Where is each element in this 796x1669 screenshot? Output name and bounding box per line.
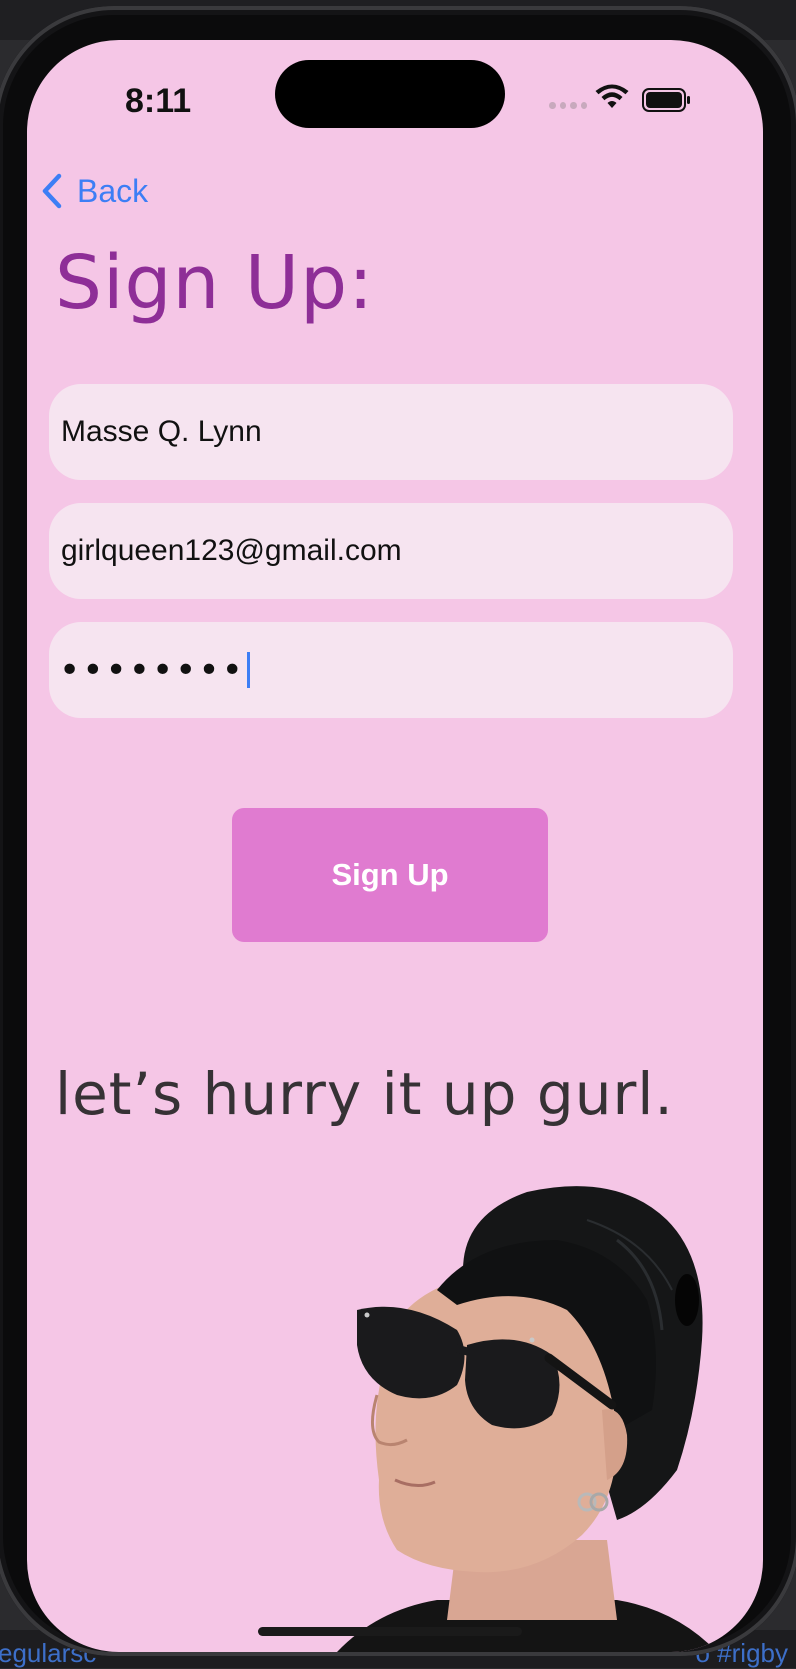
home-indicator[interactable]: [258, 1627, 522, 1636]
text-cursor: [246, 652, 250, 688]
status-bar: 8:11: [27, 40, 763, 150]
back-button[interactable]: Back: [41, 168, 148, 214]
status-time: 8:11: [125, 82, 192, 120]
email-field[interactable]: [59, 533, 723, 569]
battery-icon: [642, 88, 690, 112]
name-field-container: [49, 384, 733, 480]
dynamic-island: [275, 60, 505, 128]
password-field[interactable]: ••••••••: [49, 622, 733, 718]
phone-frame: 8:11 Back Sign Up: Masse Q. Lynn girlque…: [0, 6, 796, 1656]
back-button-label: Back: [77, 172, 149, 209]
email-field-container: [49, 503, 733, 599]
password-masked-value: ••••••••: [59, 649, 245, 691]
cellular-signal-icon: [549, 100, 587, 110]
page-title: Sign Up:: [55, 240, 374, 326]
woman-sunglasses-photo: [337, 1186, 717, 1652]
tagline-text: let’s hurry it up gurl.: [55, 1060, 674, 1128]
app-screen: 8:11 Back Sign Up: Masse Q. Lynn girlque…: [27, 40, 763, 1652]
chevron-left-icon: [42, 173, 62, 209]
sign-up-button[interactable]: Sign Up: [232, 808, 548, 942]
wifi-icon: [595, 84, 629, 108]
name-field[interactable]: [59, 414, 723, 450]
